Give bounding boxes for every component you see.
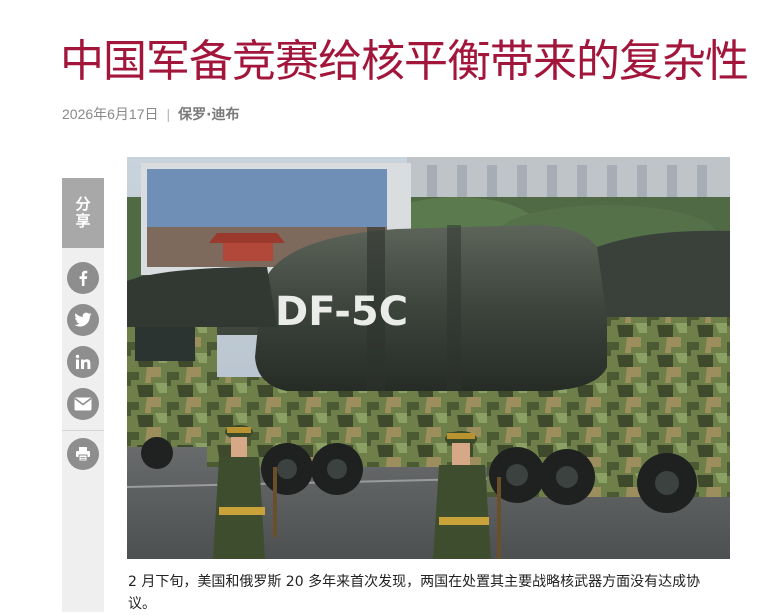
meta-separator: | [166,106,171,122]
email-share-button[interactable] [67,388,99,420]
article-meta: 2026年6月17日 | 保罗·迪布 [62,104,239,125]
photo-caption: 2 月下旬，美国和俄罗斯 20 多年来首次发现，两国在处置其主要战略核武器方面没… [128,574,701,612]
missile-parade-photo: DF-5C [127,157,730,559]
print-icon [76,447,90,462]
facebook-share-button[interactable] [67,262,99,294]
article-photo: DF-5C [127,157,730,559]
publish-date: 2026年6月17日 [62,106,159,122]
share-label: 分享 [73,196,92,230]
article-title: 中国军备竞赛给核平衡带来的复杂性 [60,36,749,87]
share-divider [62,430,104,431]
share-sidebar: 分享 [62,178,104,612]
missile-marking: DF-5C [275,289,408,335]
linkedin-icon [75,354,91,369]
twitter-icon [74,312,92,327]
print-button[interactable] [67,438,99,470]
author-link[interactable]: 保罗·迪布 [178,107,239,123]
share-tab: 分享 [62,178,104,248]
facebook-icon [79,270,88,286]
twitter-share-button[interactable] [67,304,99,336]
email-icon [74,397,92,411]
linkedin-share-button[interactable] [67,346,99,378]
